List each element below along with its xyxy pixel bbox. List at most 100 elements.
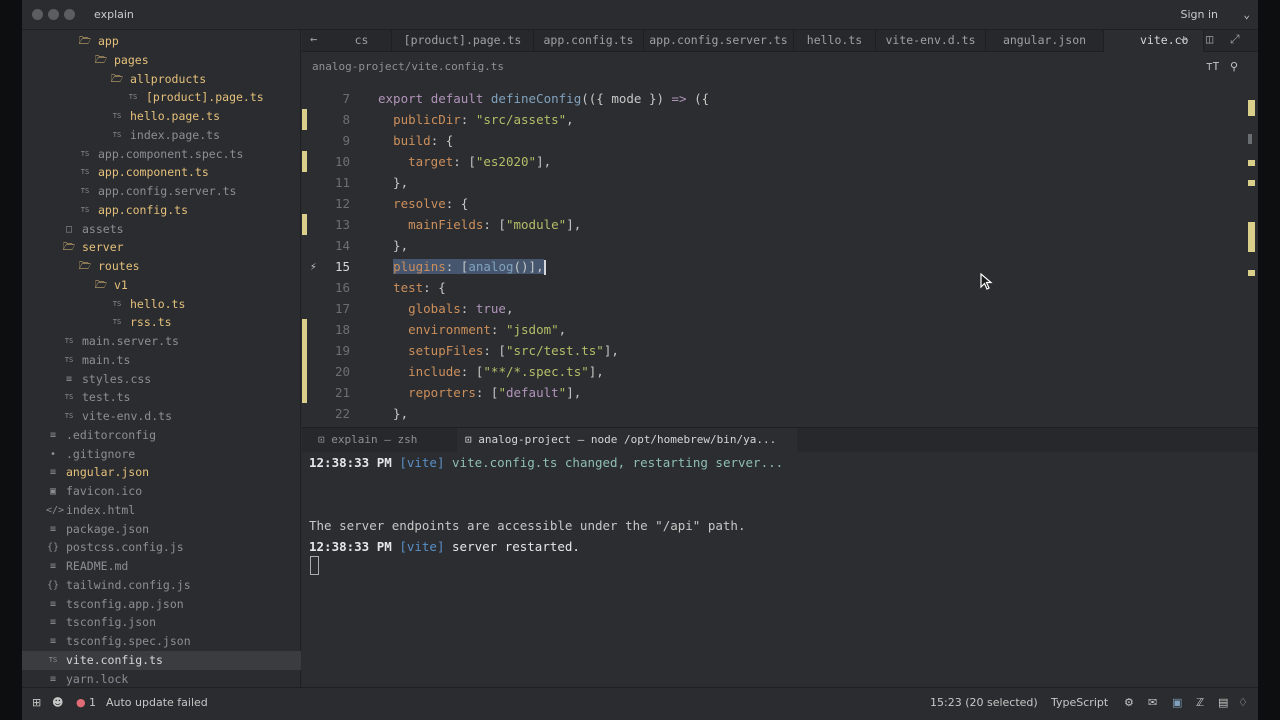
file-tree-item[interactable]: TS app.config.ts — [22, 201, 301, 220]
inlay-hints-icon[interactable]: ⊤T — [1206, 60, 1219, 73]
cursor-position[interactable]: 15:23 (20 selected) — [930, 696, 1038, 709]
chat-icon[interactable]: ▤ — [1218, 696, 1228, 709]
breadcrumb[interactable]: analog-project/vite.config.ts — [312, 60, 504, 73]
file-tree-item[interactable]: {} postcss.config.js — [22, 538, 301, 557]
code-line[interactable]: 22 }, — [302, 403, 1242, 424]
tab-vite-config[interactable]: vite.co — [1104, 30, 1204, 52]
code-line[interactable]: 12 resolve: { — [302, 193, 1242, 214]
file-tree-item[interactable]: 🗁 pages — [22, 51, 301, 70]
file-tree-item[interactable]: TS [product].page.ts — [22, 88, 301, 107]
code-line[interactable]: 7 export default defineConfig(({ mode }) … — [302, 88, 1242, 109]
file-tree-item[interactable]: ≡ yarn.lock — [22, 670, 301, 689]
git-change-marker[interactable] — [302, 340, 307, 361]
file-tree-item[interactable]: TS rss.ts — [22, 313, 301, 332]
code-line[interactable]: 14 }, — [302, 235, 1242, 256]
close-window-button[interactable] — [32, 9, 43, 20]
zoom-window-button[interactable] — [64, 9, 75, 20]
file-tree-item[interactable]: • .gitignore — [22, 445, 301, 464]
feedback-icon[interactable]: ✉ — [1148, 696, 1157, 709]
tab-app-config[interactable]: app.config.ts — [534, 30, 644, 52]
code-line[interactable]: 9 build: { — [302, 130, 1242, 151]
html-file-icon: </> — [46, 504, 65, 516]
code-line[interactable]: 19 setupFiles: ["src/test.ts"], — [302, 340, 1242, 361]
file-tree-item[interactable]: TS test.ts — [22, 388, 301, 407]
minimize-window-button[interactable] — [48, 9, 59, 20]
tab-product-page[interactable]: [product].page.ts — [392, 30, 534, 52]
file-tree-item[interactable]: □ assets — [22, 220, 301, 239]
error-icon[interactable]: ● — [76, 696, 86, 709]
search-icon[interactable]: ⚲ — [1230, 60, 1238, 73]
file-tree-item[interactable]: ≡ tsconfig.app.json — [22, 595, 301, 614]
git-change-marker[interactable] — [302, 151, 307, 172]
file-tree-item[interactable]: TS main.server.ts — [22, 332, 301, 351]
notification-bell-icon[interactable]: ♢ — [1238, 696, 1248, 709]
code-line[interactable]: 17 globals: true, — [302, 298, 1242, 319]
file-tree-item[interactable]: TS app.component.ts — [22, 163, 301, 182]
file-tree-item[interactable]: TS hello.ts — [22, 295, 301, 314]
code-line[interactable]: 21 reporters: ["default"], — [302, 382, 1242, 403]
file-tree-item[interactable]: 🗁 routes — [22, 257, 301, 276]
file-tree-item[interactable]: TS vite.config.ts — [22, 650, 301, 670]
collab-icon[interactable]: ☻ — [52, 696, 63, 709]
git-change-marker[interactable] — [302, 382, 307, 403]
file-tree-item[interactable]: {} tailwind.config.js — [22, 576, 301, 595]
file-tree-item[interactable]: TS app.component.spec.ts — [22, 145, 301, 164]
terminal-cursor[interactable] — [310, 556, 319, 575]
file-tree-item[interactable]: ≡ tsconfig.json — [22, 613, 301, 632]
tab-cs[interactable]: cs — [332, 30, 392, 52]
git-change-marker[interactable] — [302, 361, 307, 382]
code-line[interactable]: 8 publicDir: "src/assets", — [302, 109, 1242, 130]
code-line[interactable]: 15 ⚡ plugins: [analog()], — [302, 256, 1242, 277]
code-line[interactable]: 10 target: ["es2020"], — [302, 151, 1242, 172]
file-tree-label: assets — [82, 221, 124, 236]
file-tree-item[interactable]: TS main.ts — [22, 351, 301, 370]
code-line[interactable]: 11 }, — [302, 172, 1242, 193]
git-change-marker[interactable] — [302, 319, 307, 340]
file-tree-item[interactable]: 🗁 server — [22, 238, 301, 257]
file-tree-item[interactable]: </> index.html — [22, 501, 301, 520]
assistant-panel-icon[interactable]: ▣ — [1172, 696, 1182, 709]
file-tree-item[interactable]: TS hello.page.ts — [22, 107, 301, 126]
file-tree-label: main.server.ts — [82, 334, 179, 348]
terminal-tab-analog-project[interactable]: ⊡ analog-project — node /opt/homebrew/bi… — [457, 428, 797, 452]
navigate-back-icon[interactable]: ← — [310, 32, 317, 46]
terminal-tab-explain[interactable]: ⊡ explain — zsh — [310, 428, 450, 452]
file-tree-item[interactable]: 🗁 v1 — [22, 276, 301, 295]
error-count[interactable]: 1 — [89, 696, 96, 709]
git-change-marker[interactable] — [302, 214, 307, 235]
maximize-icon[interactable]: ⤢ — [1230, 32, 1240, 47]
file-tree-item[interactable]: ≡ README.md — [22, 557, 301, 576]
tab-angular-json[interactable]: angular.json — [986, 30, 1104, 52]
tab-hello[interactable]: hello.ts — [794, 30, 876, 52]
chevron-down-icon[interactable]: ⌄ — [1243, 8, 1250, 21]
file-tree-item[interactable]: TS app.config.server.ts — [22, 182, 301, 201]
sign-in-button[interactable]: Sign in — [1180, 8, 1218, 21]
file-tree-item[interactable]: 🗁 app — [22, 32, 301, 51]
file-tree-item[interactable]: ▣ favicon.ico — [22, 482, 301, 501]
new-tab-icon[interactable]: + — [1180, 32, 1187, 46]
file-tree-item[interactable]: ≡ .editorconfig — [22, 426, 301, 445]
language-selector[interactable]: TypeScript — [1051, 696, 1108, 709]
git-change-marker[interactable] — [302, 109, 307, 130]
code-action-icon[interactable]: ⚡ — [310, 256, 317, 277]
code-line[interactable]: 16 test: { — [302, 277, 1242, 298]
file-tree-item[interactable]: TS vite-env.d.ts — [22, 407, 301, 426]
code-text: globals: true, — [408, 301, 514, 316]
file-tree-item[interactable]: ≡ package.json — [22, 520, 301, 539]
scrollbar-thumb[interactable] — [1248, 134, 1252, 144]
file-tree-item[interactable]: ≡ styles.css — [22, 370, 301, 389]
file-tree-item[interactable]: 🗁 allproducts — [22, 70, 301, 89]
file-tree-item[interactable]: ≡ angular.json — [22, 463, 301, 482]
copilot-icon[interactable]: ⚙ — [1124, 696, 1134, 709]
panel-toggle-icon[interactable]: ⊞ — [32, 696, 41, 709]
file-tree-item[interactable]: ≡ tsconfig.spec.json — [22, 632, 301, 651]
update-status[interactable]: Auto update failed — [106, 696, 208, 709]
tab-app-config-server[interactable]: app.config.server.ts — [644, 30, 794, 52]
tab-vite-env[interactable]: vite-env.d.ts — [876, 30, 986, 52]
code-line[interactable]: 20 include: ["**/*.spec.ts"], — [302, 361, 1242, 382]
split-pane-icon[interactable]: ◫ — [1206, 32, 1213, 46]
code-line[interactable]: 13 mainFields: ["module"], — [302, 214, 1242, 235]
file-tree-item[interactable]: TS index.page.ts — [22, 126, 301, 145]
zed-icon[interactable]: ℤ — [1196, 696, 1204, 709]
code-line[interactable]: 18 environment: "jsdom", — [302, 319, 1242, 340]
